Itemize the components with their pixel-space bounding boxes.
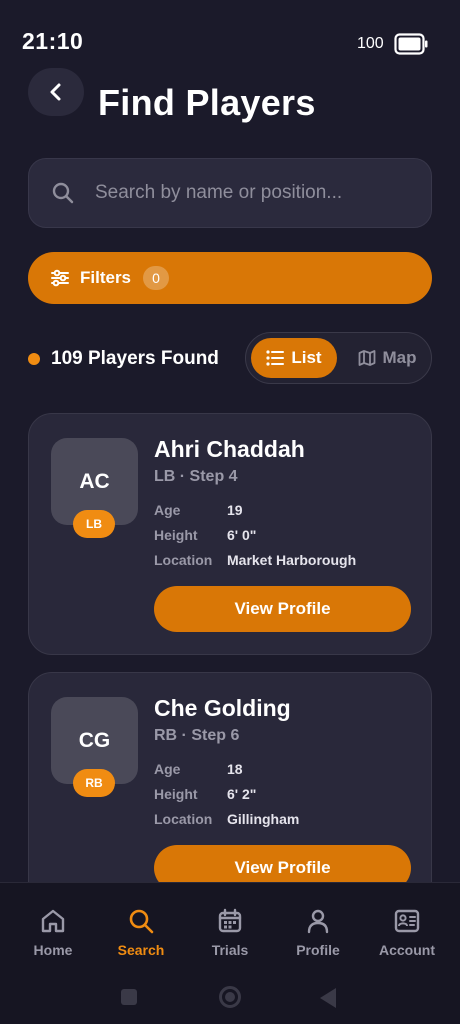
info-row-age: Age 18 <box>154 761 243 777</box>
results-count: 109 Players Found <box>51 348 219 369</box>
nav-item-search[interactable]: Search <box>95 883 187 975</box>
view-profile-button[interactable]: View Profile <box>154 586 411 632</box>
info-key: Age <box>154 502 181 518</box>
search-icon <box>129 909 154 934</box>
info-row-height: Height 6' 0" <box>154 527 256 543</box>
map-icon <box>358 350 375 366</box>
toggle-map-button[interactable]: Map <box>346 338 428 378</box>
info-value: 6' 2" <box>227 786 257 802</box>
system-nav-bar <box>0 974 460 1024</box>
battery-level: 100 <box>357 35 384 52</box>
nav-label: Account <box>379 942 435 958</box>
id-card-icon <box>394 909 420 933</box>
recents-icon[interactable] <box>121 989 137 1005</box>
list-icon <box>266 350 285 366</box>
chevron-left-icon <box>50 83 61 101</box>
search-input[interactable]: Search by name or position... <box>28 158 432 228</box>
nav-item-profile[interactable]: Profile <box>272 883 364 975</box>
info-row-location: Location Market Harborough <box>154 552 356 568</box>
player-card[interactable]: CG RB Che Golding RB · Step 6 Age 18 Heig… <box>28 672 432 912</box>
status-bar: 21:10 100 <box>0 0 460 70</box>
nav-item-trials[interactable]: Trials <box>184 883 276 975</box>
nav-item-account[interactable]: Account <box>361 883 453 975</box>
home-circle-icon[interactable] <box>219 986 241 1008</box>
nav-item-home[interactable]: Home <box>7 883 99 975</box>
calendar-icon <box>218 908 242 933</box>
bottom-nav: Home Search Trials Profile Account <box>0 882 460 974</box>
position-badge: RB <box>73 769 115 797</box>
sliders-icon <box>51 269 69 287</box>
info-value: Gillingham <box>227 811 300 827</box>
status-time: 21:10 <box>22 28 84 54</box>
info-key: Location <box>154 552 213 568</box>
toggle-list-label: List <box>291 348 322 367</box>
person-icon <box>307 909 329 934</box>
info-key: Height <box>154 527 198 543</box>
player-name: Che Golding <box>154 695 291 721</box>
player-position-step: LB · Step 4 <box>154 468 238 485</box>
info-value: 6' 0" <box>227 527 257 543</box>
nav-label: Home <box>33 942 73 958</box>
info-value: Market Harborough <box>227 552 357 568</box>
nav-label: Trials <box>211 942 249 958</box>
view-toggle: List Map <box>245 332 432 384</box>
results-dot-icon <box>28 353 40 365</box>
toggle-list-button[interactable]: List <box>251 338 337 378</box>
info-key: Age <box>154 761 181 777</box>
page-title: Find Players <box>98 82 316 123</box>
info-value: 19 <box>227 502 243 518</box>
info-row-location: Location Gillingham <box>154 811 299 827</box>
nav-label: Profile <box>296 942 340 958</box>
results-row: 109 Players Found List Map <box>28 332 432 384</box>
position-badge: LB <box>73 510 115 538</box>
toggle-map-label: Map <box>382 348 417 367</box>
search-placeholder: Search by name or position... <box>95 182 343 203</box>
home-icon <box>41 909 65 933</box>
info-key: Location <box>154 811 213 827</box>
info-value: 18 <box>227 761 243 777</box>
player-name: Ahri Chaddah <box>154 436 305 462</box>
player-card[interactable]: AC LB Ahri Chaddah LB · Step 4 Age 19 Hei… <box>28 413 432 655</box>
filters-count-badge: 0 <box>143 266 170 290</box>
back-triangle-icon[interactable] <box>320 988 336 1008</box>
info-row-height: Height 6' 2" <box>154 786 256 802</box>
player-position-step: RB · Step 6 <box>154 727 240 744</box>
filters-label: Filters <box>80 268 132 287</box>
filters-button[interactable]: Filters 0 <box>28 252 432 304</box>
battery-icon <box>394 33 428 55</box>
nav-label: Search <box>117 942 165 958</box>
info-row-age: Age 19 <box>154 502 243 518</box>
info-key: Height <box>154 786 198 802</box>
back-button[interactable] <box>28 68 84 116</box>
search-icon <box>52 182 74 204</box>
